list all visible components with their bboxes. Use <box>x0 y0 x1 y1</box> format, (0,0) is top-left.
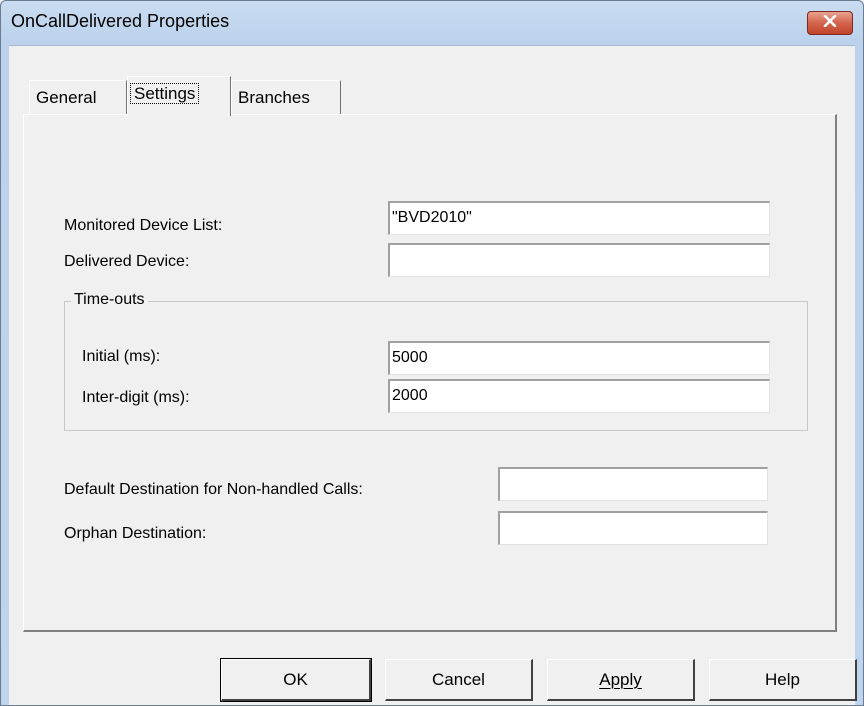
tab-settings-label: Settings <box>130 83 200 104</box>
orphan-destination-field[interactable] <box>498 511 768 545</box>
delivered-device-field[interactable] <box>388 243 770 277</box>
dialog-window: OnCallDelivered Properties General Setti… <box>0 0 864 706</box>
orphan-destination-label: Orphan Destination: <box>64 525 207 542</box>
initial-timeout-label: Initial (ms): <box>82 348 161 365</box>
initial-timeout-field[interactable]: 5000 <box>388 341 770 375</box>
cancel-button[interactable]: Cancel <box>385 659 533 701</box>
ok-button-label: OK <box>283 669 308 689</box>
timeouts-group-title: Time-outs <box>71 291 148 309</box>
apply-button-label: Apply <box>599 669 642 689</box>
inter-digit-timeout-field[interactable]: 2000 <box>388 379 770 413</box>
cancel-button-label: Cancel <box>432 669 485 689</box>
inter-digit-timeout-label: Inter-digit (ms): <box>82 389 190 406</box>
title-bar[interactable]: OnCallDelivered Properties <box>1 1 863 45</box>
tab-branches-label: Branches <box>238 88 310 107</box>
tab-general-label: General <box>36 88 97 107</box>
close-button[interactable] <box>807 11 853 35</box>
tab-branches[interactable]: Branches <box>231 80 341 114</box>
window-title: OnCallDelivered Properties <box>11 11 230 31</box>
close-icon <box>823 14 837 32</box>
monitored-device-list-field[interactable]: "BVD2010" <box>388 201 770 235</box>
settings-panel: Monitored Device List: "BVD2010" Deliver… <box>23 114 837 632</box>
help-button[interactable]: Help <box>709 659 857 701</box>
apply-button[interactable]: Apply <box>547 659 695 701</box>
tab-settings[interactable]: Settings <box>127 76 231 116</box>
ok-button[interactable]: OK <box>220 658 372 702</box>
delivered-device-label: Delivered Device: <box>64 253 190 270</box>
tab-general[interactable]: General <box>29 80 127 114</box>
dialog-client-area: General Settings Branches Monitored Devi… <box>9 45 855 705</box>
monitored-device-list-label: Monitored Device List: <box>64 217 223 234</box>
default-destination-field[interactable] <box>498 467 768 501</box>
help-button-label: Help <box>765 669 800 689</box>
default-destination-label: Default Destination for Non-handled Call… <box>64 481 363 498</box>
